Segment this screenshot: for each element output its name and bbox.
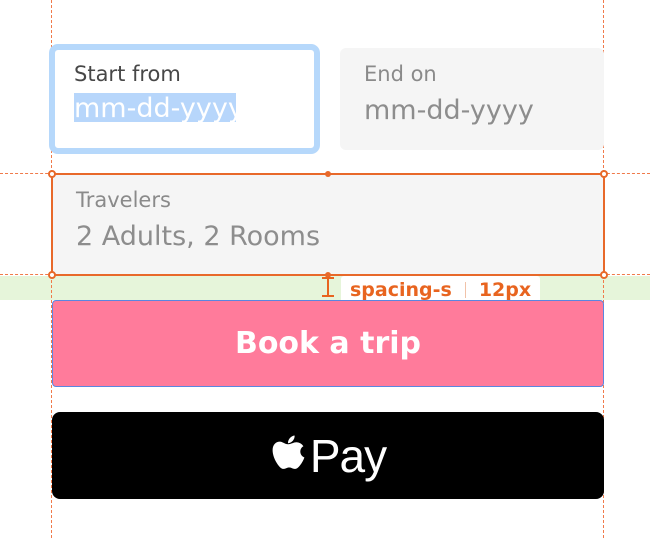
end-date-field[interactable]: End on mm-dd-yyyy bbox=[340, 48, 604, 150]
start-date-label: Start from bbox=[74, 62, 181, 86]
end-date-label: End on bbox=[364, 62, 437, 86]
midpoint-handle-top[interactable] bbox=[325, 171, 331, 177]
apple-pay-label: Pay bbox=[309, 429, 387, 482]
apple-logo-icon bbox=[272, 435, 305, 469]
book-trip-button[interactable]: Book a trip bbox=[52, 300, 604, 387]
end-date-input[interactable]: mm-dd-yyyy bbox=[364, 97, 580, 124]
resize-handle-bottom-right[interactable] bbox=[600, 271, 608, 279]
start-date-input[interactable]: mm-dd-yyyy bbox=[74, 93, 236, 122]
resize-handle-bottom-left[interactable] bbox=[48, 271, 56, 279]
resize-handle-top-right[interactable] bbox=[600, 170, 608, 178]
start-date-field[interactable]: Start from mm-dd-yyyy bbox=[49, 44, 320, 154]
spacing-tag-divider bbox=[464, 282, 466, 298]
selection-outline bbox=[51, 173, 605, 276]
book-trip-label: Book a trip bbox=[234, 326, 422, 361]
spacing-token-name: spacing-s bbox=[350, 279, 452, 301]
apple-pay-button[interactable]: Pay bbox=[52, 412, 604, 499]
resize-handle-top-left[interactable] bbox=[48, 170, 56, 178]
spacing-i-beam-icon bbox=[322, 277, 334, 297]
spacing-token-value: 12px bbox=[478, 279, 532, 301]
